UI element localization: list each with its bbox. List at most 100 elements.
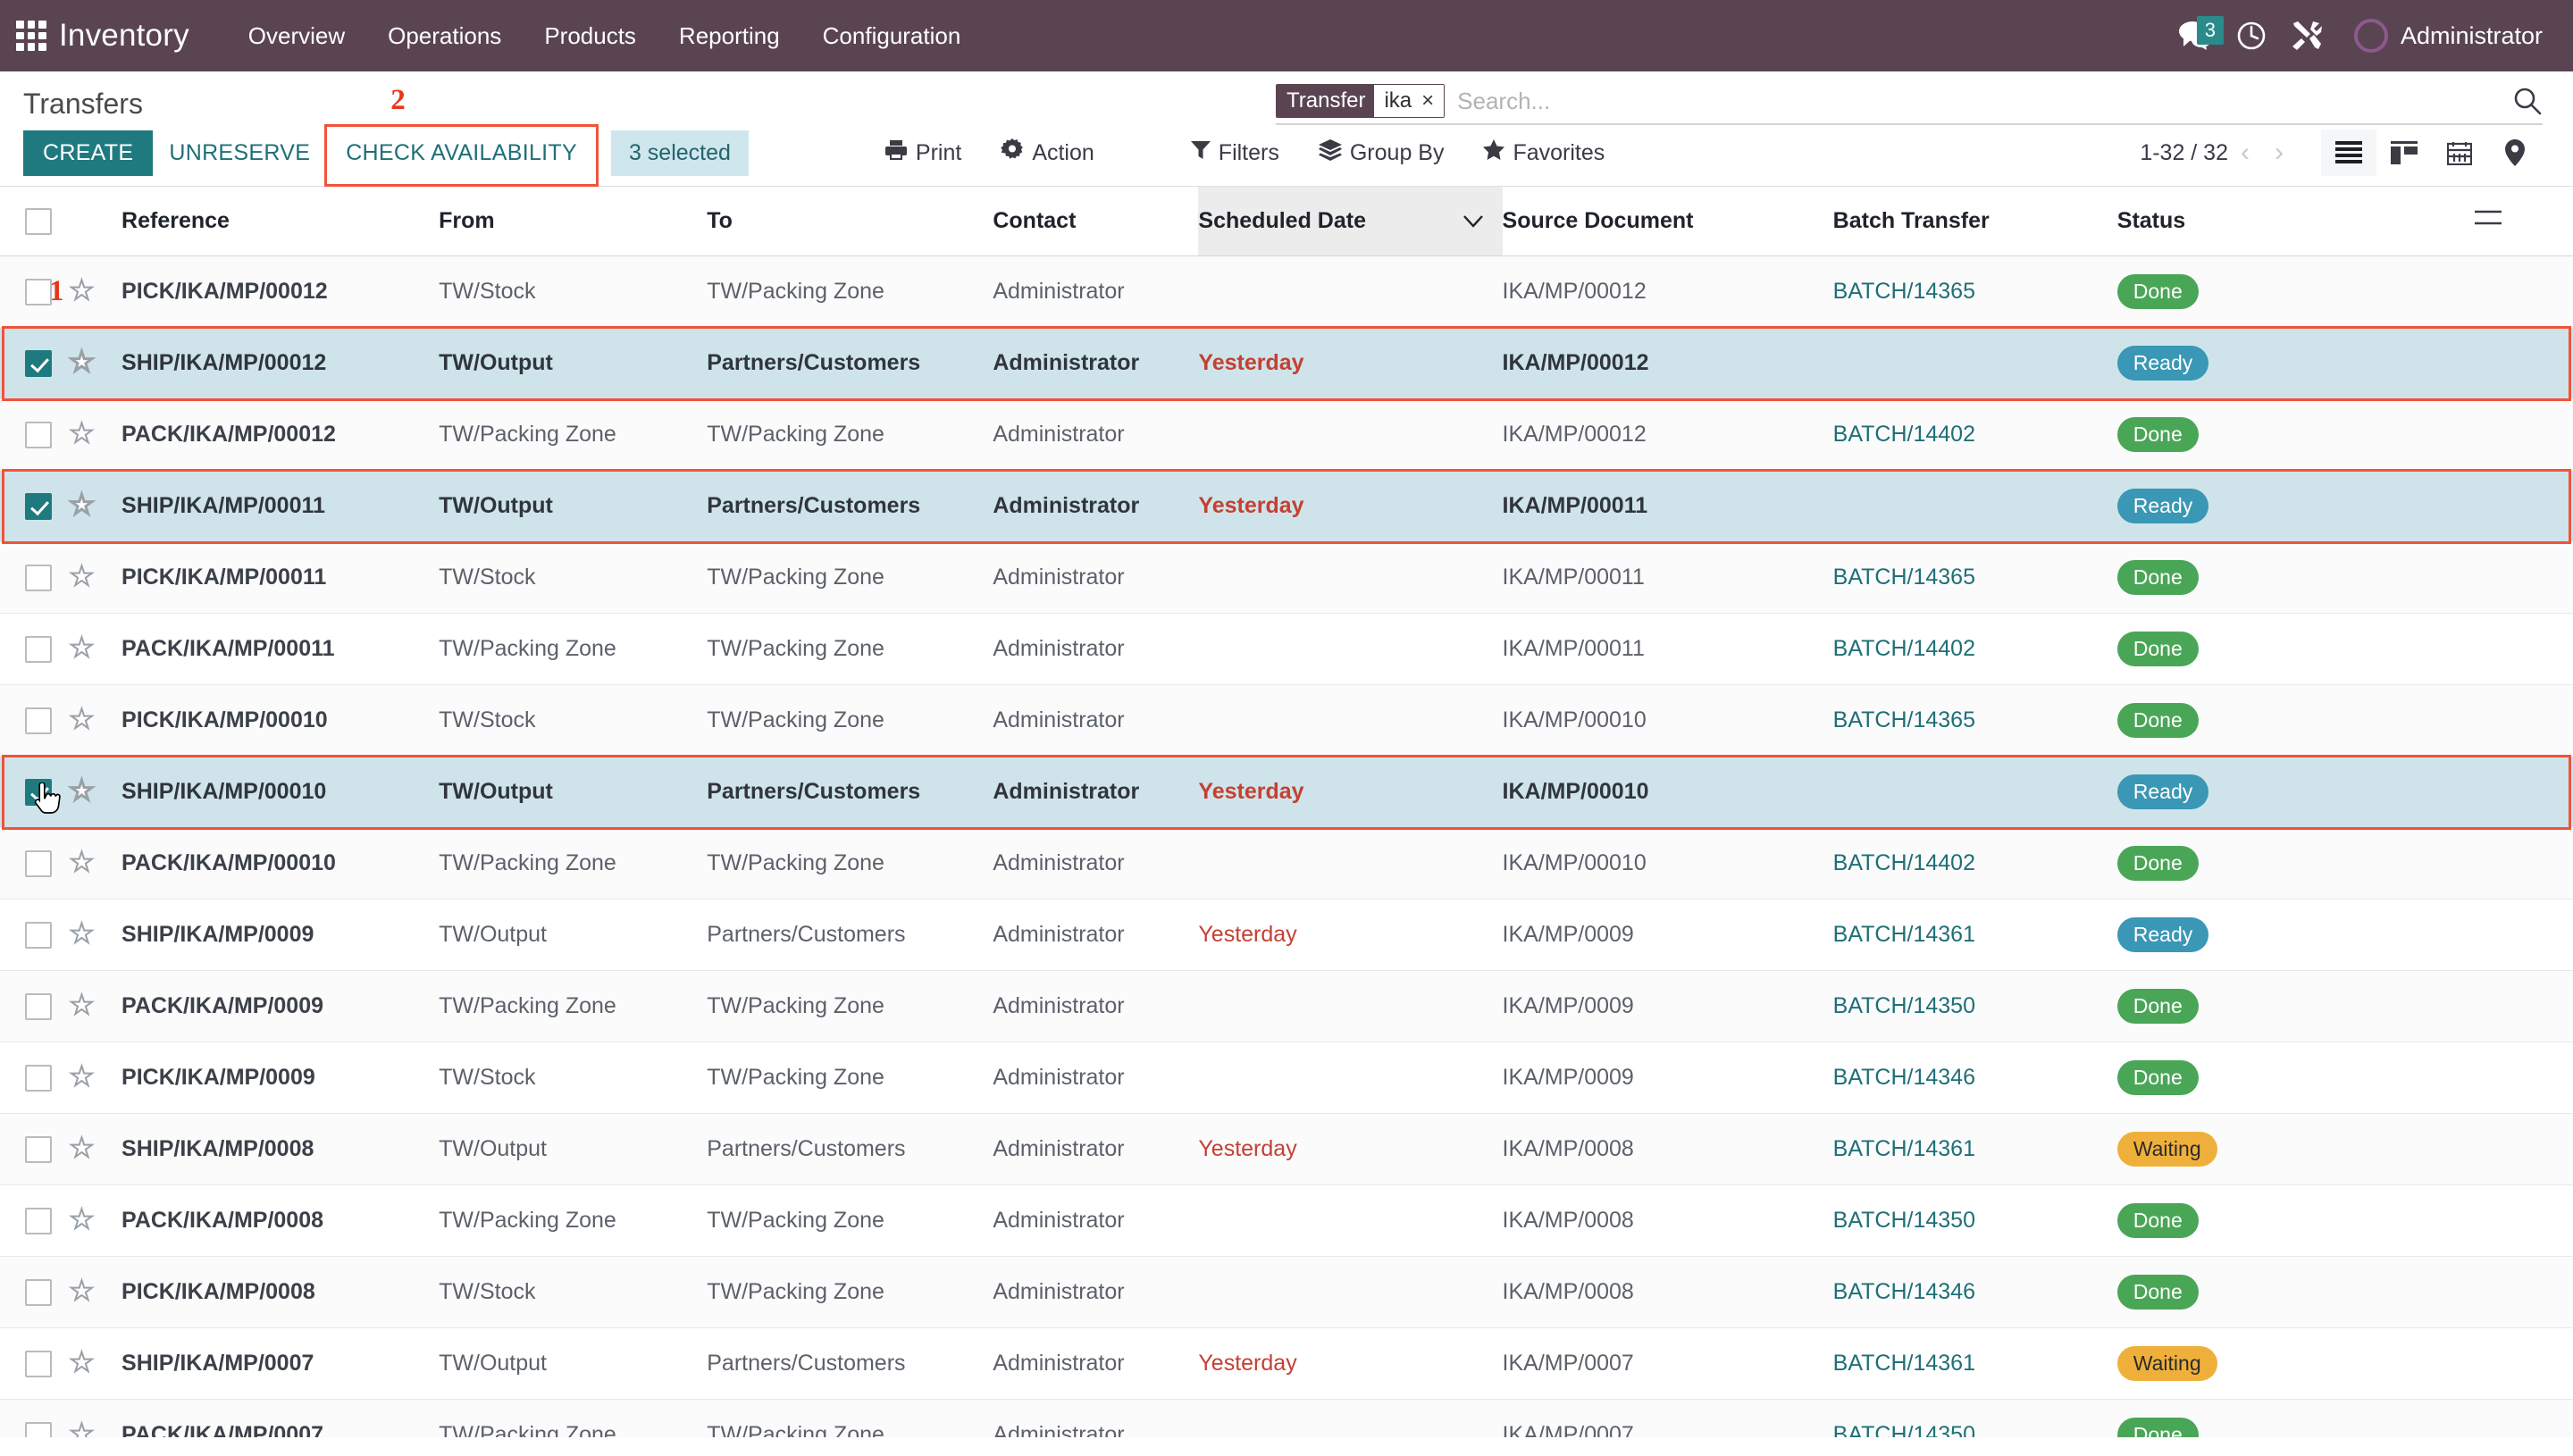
star-icon[interactable]: ★ [69,277,95,305]
cell-batch-transfer[interactable] [1832,470,2117,542]
star-icon[interactable]: ★ [69,920,95,949]
table-row[interactable]: ★ PACK/IKA/MP/00010 TW/Packing Zone TW/Pack… [0,827,2573,900]
row-favorite-cell[interactable]: ★ [69,470,122,542]
star-icon[interactable]: ★ [69,491,95,520]
star-icon[interactable]: ★ [69,348,95,377]
search-facet-transfer[interactable]: Transfer ika × [1276,84,1446,118]
table-row[interactable]: ★ PACK/IKA/MP/0007 TW/Packing Zone TW/Packi… [0,1399,2573,1438]
search-facet-remove-icon[interactable]: × [1418,85,1445,117]
kanban-view-icon[interactable] [2376,130,2432,176]
row-select-cell[interactable] [0,756,71,828]
column-options-icon[interactable] [2474,187,2573,256]
search-icon[interactable] [2512,86,2543,116]
row-select-cell[interactable] [0,827,71,900]
row-select-cell[interactable] [0,899,71,971]
print-dropdown[interactable]: Print [865,130,981,176]
cell-batch-transfer[interactable]: BATCH/14365 [1832,255,2117,328]
star-icon[interactable]: ★ [69,563,95,591]
star-icon[interactable]: ★ [69,1420,95,1438]
tools-icon[interactable] [2279,13,2334,59]
cell-batch-transfer[interactable]: BATCH/14361 [1832,899,2117,971]
row-select-cell[interactable]: 1 [0,255,71,328]
row-checkbox[interactable] [25,707,52,734]
row-select-cell[interactable] [0,1327,71,1400]
cell-batch-transfer[interactable] [1832,327,2117,399]
row-favorite-cell[interactable]: ★ [69,1256,122,1328]
header-status[interactable]: Status [2116,187,2475,256]
cell-batch-transfer[interactable]: BATCH/14350 [1832,1184,2117,1257]
table-row[interactable]: ★ PICK/IKA/MP/00010 TW/Stock TW/Packing Zon… [0,684,2573,757]
unreserve-button[interactable]: UNRESERVE [153,130,326,176]
row-favorite-cell[interactable]: ★ [69,1399,122,1438]
header-batch-transfer[interactable]: Batch Transfer [1832,187,2117,256]
row-favorite-cell[interactable]: ★ [69,684,122,757]
selected-count-badge[interactable]: 3 selected [610,130,749,176]
row-favorite-cell[interactable]: ★ [69,398,122,471]
row-favorite-cell[interactable]: ★ [69,1113,122,1185]
cell-batch-transfer[interactable]: BATCH/14350 [1832,1399,2117,1437]
row-checkbox[interactable] [25,278,52,305]
star-icon[interactable]: ★ [69,1206,95,1234]
table-row[interactable]: ★ SHIP/IKA/MP/0007 TW/Output Partners/Custo… [0,1327,2573,1400]
favorites-dropdown[interactable]: Favorites [1463,130,1624,175]
row-checkbox[interactable] [25,635,52,663]
check-availability-button[interactable]: CHECK AVAILABILITY [330,130,593,176]
menu-item-operations[interactable]: Operations [366,22,523,50]
table-row[interactable]: ★ SHIP/IKA/MP/00010 TW/Output Partners/Cust… [0,756,2573,828]
star-icon[interactable]: ★ [69,706,95,734]
user-menu-administrator[interactable]: Administrator [2401,22,2543,50]
row-favorite-cell[interactable]: ★ [69,756,122,828]
table-row[interactable]: ★ PICK/IKA/MP/0008 TW/Stock TW/Packing Zone… [0,1256,2573,1328]
table-row[interactable]: ★ PACK/IKA/MP/0008 TW/Packing Zone TW/Packi… [0,1184,2573,1257]
star-icon[interactable]: ★ [69,849,95,877]
row-checkbox[interactable] [25,1278,52,1306]
row-select-cell[interactable] [0,1184,71,1257]
table-row[interactable]: ★ PICK/IKA/MP/00011 TW/Stock TW/Packing Zon… [0,541,2573,614]
app-brand-inventory[interactable]: Inventory [59,18,189,54]
cell-batch-transfer[interactable] [1832,756,2117,828]
row-select-cell[interactable] [0,1256,71,1328]
avatar[interactable] [2353,19,2388,53]
action-dropdown[interactable]: Action [981,130,1113,177]
table-row[interactable]: ★ PICK/IKA/MP/0009 TW/Stock TW/Packing Zone… [0,1042,2573,1114]
row-checkbox[interactable] [25,421,52,448]
table-row[interactable]: ★ SHIP/IKA/MP/0009 TW/Output Partners/Custo… [0,899,2573,971]
cell-batch-transfer[interactable]: BATCH/14346 [1832,1256,2117,1328]
row-favorite-cell[interactable]: ★ [69,327,122,399]
row-favorite-cell[interactable]: ★ [69,1327,122,1400]
star-icon[interactable]: ★ [69,420,95,448]
row-checkbox[interactable] [25,778,52,806]
row-favorite-cell[interactable]: ★ [69,1042,122,1114]
menu-item-reporting[interactable]: Reporting [658,22,801,50]
row-checkbox[interactable] [25,1135,52,1163]
table-row[interactable]: ★ PACK/IKA/MP/00011 TW/Packing Zone TW/Pack… [0,613,2573,685]
star-icon[interactable]: ★ [69,1134,95,1163]
star-icon[interactable]: ★ [69,1063,95,1092]
apps-grid-icon[interactable] [16,21,46,51]
row-checkbox[interactable] [25,1207,52,1234]
cell-batch-transfer[interactable]: BATCH/14402 [1832,613,2117,685]
header-source-document[interactable]: Source Document [1502,187,1833,256]
row-select-cell[interactable] [0,1042,71,1114]
clock-icon[interactable] [2224,13,2279,59]
header-from[interactable]: From [439,187,708,256]
row-favorite-cell[interactable]: ★ [69,255,122,328]
star-icon[interactable]: ★ [69,777,95,806]
create-button[interactable]: CREATE [23,130,154,176]
row-checkbox[interactable] [25,921,52,949]
filters-dropdown[interactable]: Filters [1171,131,1299,175]
table-row[interactable]: ★ SHIP/IKA/MP/0008 TW/Output Partners/Custo… [0,1113,2573,1185]
select-all-checkbox[interactable] [25,207,52,235]
messages-icon[interactable]: 3 [2168,13,2224,59]
row-favorite-cell[interactable]: ★ [69,827,122,900]
cell-batch-transfer[interactable]: BATCH/14350 [1832,970,2117,1042]
cell-batch-transfer[interactable]: BATCH/14361 [1832,1113,2117,1185]
star-icon[interactable]: ★ [69,992,95,1020]
row-favorite-cell[interactable]: ★ [69,541,122,614]
calendar-view-icon[interactable] [2432,130,2487,176]
row-checkbox[interactable] [25,492,52,520]
row-checkbox[interactable] [25,1421,52,1437]
header-to[interactable]: To [707,187,993,256]
row-checkbox[interactable] [25,992,52,1020]
cell-batch-transfer[interactable]: BATCH/14346 [1832,1042,2117,1114]
